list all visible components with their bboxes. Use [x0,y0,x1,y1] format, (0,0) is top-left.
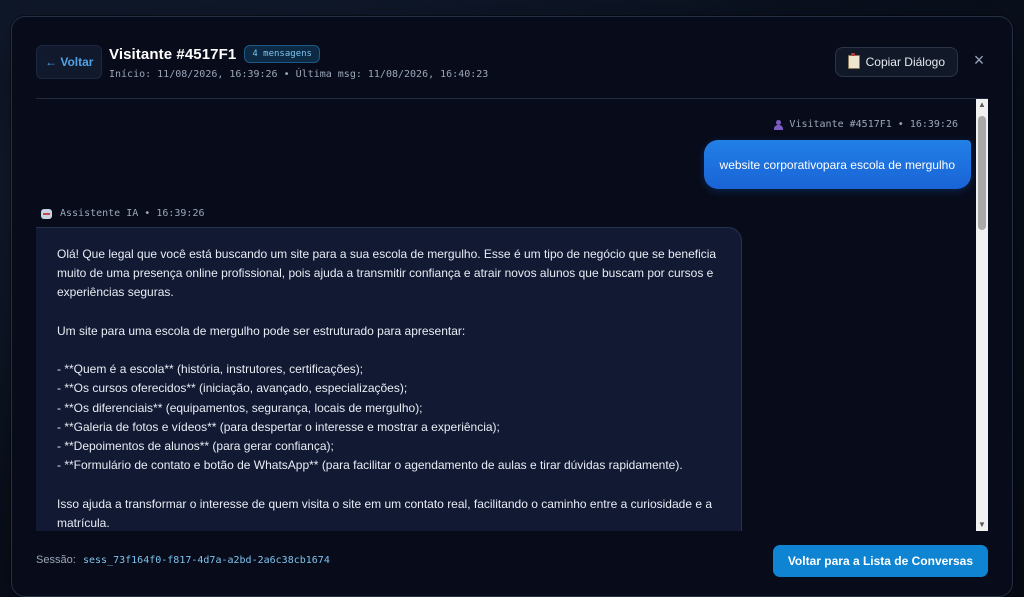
user-message-bubble: website corporativopara escola de mergul… [703,140,971,189]
assistant-intro: Olá! Que legal que você está buscando um… [57,247,717,300]
scroll-up-arrow-icon[interactable]: ▲ [976,99,988,111]
scrollbar-thumb[interactable] [978,116,986,230]
assistant-message-meta-text: Assistente IA • 16:39:26 [60,208,205,219]
assistant-message-bubble: Olá! Que legal que você está buscando um… [36,227,742,531]
modal-header: ← Voltar Visitante #4517F1 4 mensagens I… [36,45,988,101]
session-label: Sessão: [36,554,76,566]
assistant-message-meta: Assistente IA • 16:39:26 [41,208,205,219]
chat-scrollbar[interactable]: ▲ ▼ [976,99,988,531]
modal-footer: Sessão: sess_73f164f0-f817-4d7a-a2bd-2a6… [36,545,988,577]
session-id: sess_73f164f0-f817-4d7a-a2bd-2a6c38cb167… [83,555,330,566]
list-item: - **Quem é a escola** (história, instrut… [57,362,364,377]
page-title: Visitante #4517F1 [109,45,237,63]
copy-dialog-button[interactable]: Copiar Diálogo [834,47,958,77]
conversation-modal: ← Voltar Visitante #4517F1 4 mensagens I… [11,16,1013,597]
robot-icon [41,208,52,219]
list-item: - **Formulário de contato e botão de Wha… [57,458,683,473]
list-item: - **Galeria de fotos e vídeos** (para de… [57,419,500,434]
list-item: - **Depoimentos de alunos** (para gerar … [57,439,334,453]
user-message-meta: Visitante #4517F1 • 16:39:26 [774,119,958,130]
user-message-meta-text: Visitante #4517F1 • 16:39:26 [789,119,958,130]
assistant-closing: Isso ajuda a transformar o interesse de … [57,496,713,530]
assistant-lead: Um site para uma escola de mergulho pode… [57,323,466,338]
user-icon [774,119,784,130]
list-item: - **Os diferenciais** (equipamentos, seg… [57,400,423,415]
title-row: Visitante #4517F1 4 mensagens [109,45,488,63]
back-button[interactable]: ← Voltar [36,45,103,79]
return-to-list-button[interactable]: Voltar para a Lista de Conversas [772,545,988,577]
conversation-timestamps: Início: 11/08/2026, 16:39:26 • Última ms… [109,69,489,80]
close-icon[interactable]: × [970,51,988,69]
list-item: - **Os cursos oferecidos** (iniciação, a… [57,381,408,396]
chat-transcript[interactable]: Visitante #4517F1 • 16:39:26 website cor… [36,99,988,531]
scroll-down-arrow-icon[interactable]: ▼ [976,519,988,531]
assistant-list: - **Quem é a escola** (história, instrut… [57,360,723,475]
title-block: Visitante #4517F1 4 mensagens Início: 11… [109,45,488,80]
copy-dialog-label: Copiar Diálogo [865,55,945,69]
message-count-badge: 4 mensagens [244,45,320,63]
clipboard-icon [847,53,860,69]
